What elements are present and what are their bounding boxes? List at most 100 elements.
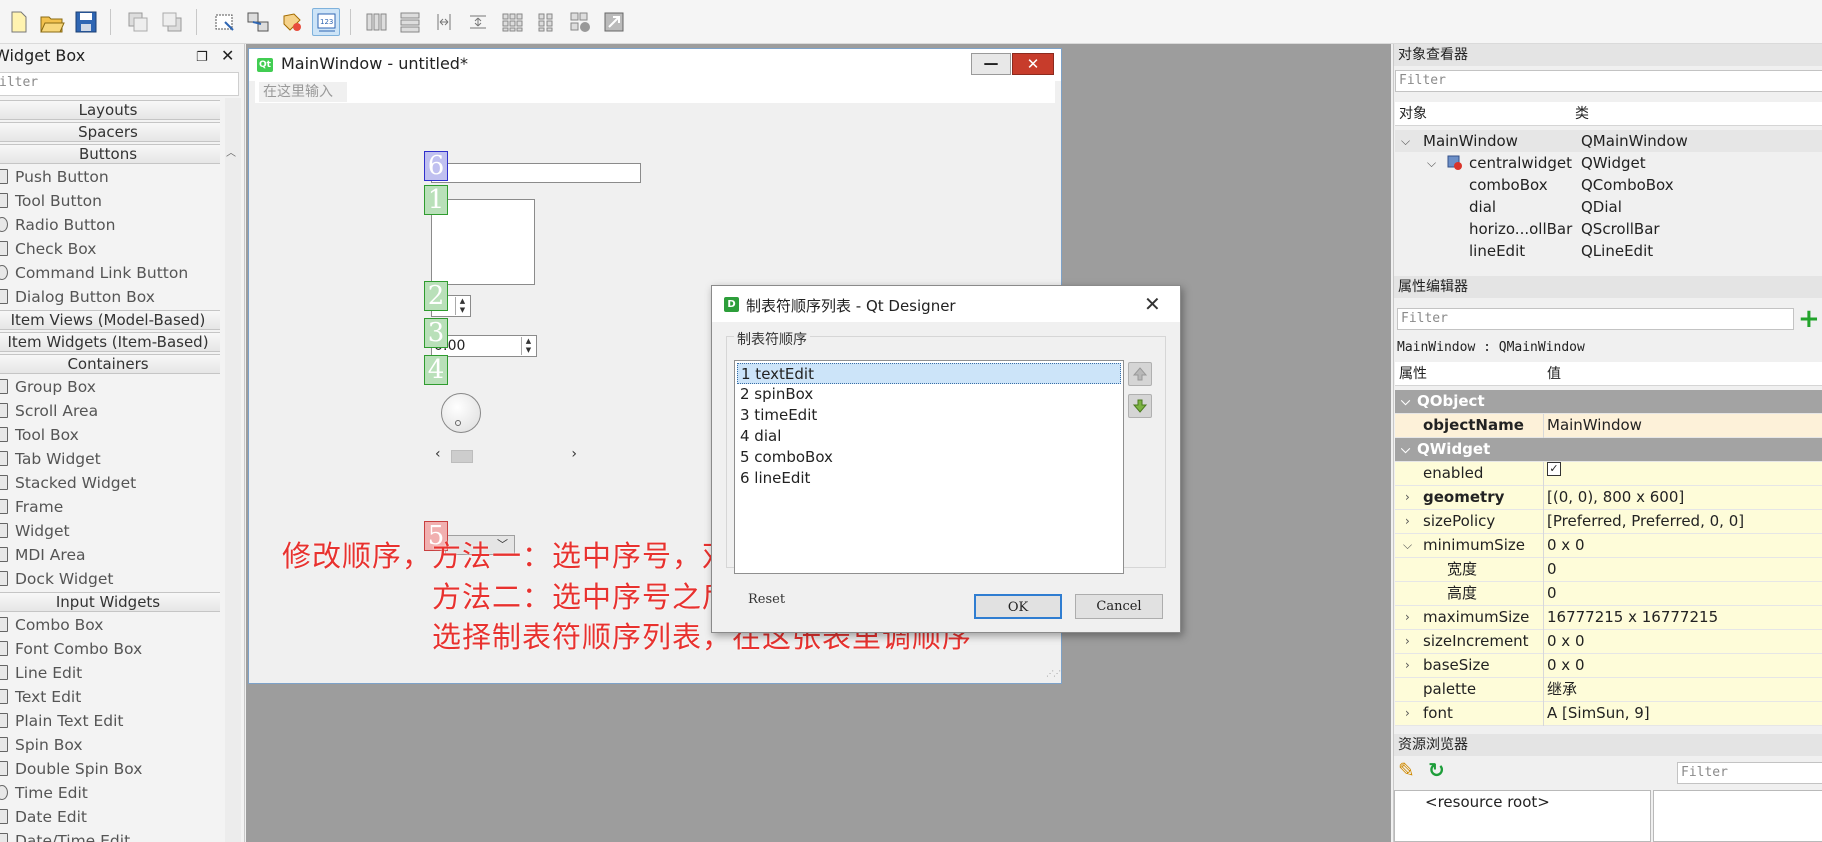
layout-form-icon[interactable] <box>532 8 560 36</box>
move-up-button[interactable] <box>1128 362 1152 386</box>
scroll-up-icon[interactable]: ︿ <box>226 144 236 159</box>
widget-font-combo-box[interactable]: Font Combo Box <box>0 637 142 661</box>
tab-order-badge-6[interactable]: 6 <box>424 151 448 181</box>
ok-button[interactable]: OK <box>974 594 1062 619</box>
new-file-icon[interactable] <box>4 8 32 36</box>
widget-line-edit[interactable]: Line Edit <box>0 661 82 685</box>
chevron-down-icon[interactable]: ⌵ <box>1427 152 1436 174</box>
widget-dialog-button-box[interactable]: Dialog Button Box <box>0 285 155 309</box>
menu-type-here[interactable]: 在这里输入 <box>259 82 347 102</box>
open-folder-icon[interactable] <box>38 8 66 36</box>
tab-order-badge-1[interactable]: 1 <box>424 185 448 215</box>
resource-root[interactable]: <resource root> <box>1425 793 1550 811</box>
tree-row[interactable]: lineEdit QLineEdit <box>1395 240 1822 262</box>
scroll-thumb[interactable] <box>451 450 473 463</box>
category-containers[interactable]: Containers <box>0 354 220 374</box>
widget-push-button[interactable]: Push Button <box>0 165 109 189</box>
category-item-widgets[interactable]: Item Widgets (Item-Based) <box>0 332 220 352</box>
layout-horizontal-icon[interactable] <box>362 8 390 36</box>
float-icon[interactable]: ❐ <box>196 46 208 70</box>
list-item[interactable]: 6 lineEdit <box>737 468 1121 489</box>
add-dynamic-property-icon[interactable]: + <box>1798 304 1820 334</box>
widget-scroll-area[interactable]: Scroll Area <box>0 399 98 423</box>
tree-row[interactable]: comboBox QComboBox <box>1395 174 1822 196</box>
widget-group-box[interactable]: Group Box <box>0 375 96 399</box>
splitter-vertical-icon[interactable] <box>464 8 492 36</box>
widget-text-edit[interactable]: Text Edit <box>0 685 81 709</box>
widget-command-link-button[interactable]: Command Link Button <box>0 261 188 285</box>
save-icon[interactable] <box>72 8 100 36</box>
splitter-horizontal-icon[interactable] <box>430 8 458 36</box>
tree-row[interactable]: ⌵ MainWindow QMainWindow <box>1395 130 1822 152</box>
widget-filter-input[interactable]: ilter <box>0 72 239 96</box>
move-down-button[interactable] <box>1128 394 1152 418</box>
list-item[interactable]: 4 dial <box>737 426 1121 447</box>
property-filter-input[interactable]: Filter <box>1397 308 1794 330</box>
widget-date-time-edit[interactable]: Date/Time Edit <box>0 829 130 842</box>
layout-grid-icon[interactable] <box>498 8 526 36</box>
prop-maximumsize[interactable]: › maximumSize 16777215 x 16777215 <box>1395 606 1822 630</box>
lower-icon[interactable] <box>158 8 186 36</box>
widget-tool-button[interactable]: Tool Button <box>0 189 102 213</box>
prop-objectname[interactable]: objectName MainWindow <box>1395 414 1822 438</box>
list-item[interactable]: 2 spinBox <box>737 384 1121 405</box>
category-input-widgets[interactable]: Input Widgets <box>0 592 220 612</box>
section-qobject[interactable]: ⌵ QObject <box>1395 390 1822 414</box>
category-spacers[interactable]: Spacers <box>0 122 220 142</box>
prop-sizepolicy[interactable]: › sizePolicy [Preferred, Preferred, 0, 0] <box>1395 510 1822 534</box>
minimize-button[interactable]: — <box>971 53 1011 75</box>
widget-widget[interactable]: Widget <box>0 519 70 543</box>
scroll-right-icon[interactable]: › <box>571 446 577 462</box>
list-item[interactable]: 3 timeEdit <box>737 405 1121 426</box>
raise-icon[interactable] <box>124 8 152 36</box>
resource-tree[interactable]: <resource root> <box>1394 790 1651 842</box>
horizontal-scrollbar-widget[interactable]: ‹ › <box>431 446 577 465</box>
widget-radio-button[interactable]: Radio Button <box>0 213 115 237</box>
widget-frame[interactable]: Frame <box>0 495 63 519</box>
tab-order-badge-2[interactable]: 2 <box>424 281 448 311</box>
close-icon[interactable]: ✕ <box>221 44 234 68</box>
tree-row[interactable]: horizo...ollBar QScrollBar <box>1395 218 1822 240</box>
widget-stacked-widget[interactable]: Stacked Widget <box>0 471 136 495</box>
layout-vertical-icon[interactable] <box>396 8 424 36</box>
prop-sizeincrement[interactable]: › sizeIncrement 0 x 0 <box>1395 630 1822 654</box>
edit-tab-order-icon[interactable]: 123 <box>312 8 340 36</box>
scroll-left-icon[interactable]: ‹ <box>435 446 441 462</box>
object-filter-input[interactable]: Filter <box>1395 70 1822 92</box>
widget-plain-text-edit[interactable]: Plain Text Edit <box>0 709 124 733</box>
close-icon[interactable]: ✕ <box>1144 292 1161 316</box>
edit-signals-icon[interactable] <box>244 8 272 36</box>
prop-geometry[interactable]: › geometry [(0, 0), 800 x 600] <box>1395 486 1822 510</box>
tree-row[interactable]: dial QDial <box>1395 196 1822 218</box>
cancel-button[interactable]: Cancel <box>1075 594 1163 619</box>
widget-dock-widget[interactable]: Dock Widget <box>0 567 113 591</box>
widget-mdi-area[interactable]: MDI Area <box>0 543 85 567</box>
section-qwidget[interactable]: ⌵ QWidget <box>1395 438 1822 462</box>
tab-order-badge-3[interactable]: 3 <box>424 318 448 348</box>
widget-spin-box[interactable]: Spin Box <box>0 733 83 757</box>
edit-buddies-icon[interactable] <box>278 8 306 36</box>
prop-enabled[interactable]: enabled ✓ <box>1395 462 1822 486</box>
widget-date-edit[interactable]: Date Edit <box>0 805 87 829</box>
resize-grip-icon[interactable]: ⋰⋰ <box>1046 669 1061 678</box>
edit-resources-icon[interactable]: ✎ <box>1398 758 1415 782</box>
widget-double-spin-box[interactable]: Double Spin Box <box>0 757 142 781</box>
reload-icon[interactable]: ↻ <box>1428 758 1445 782</box>
widget-combo-box[interactable]: Combo Box <box>0 613 103 637</box>
widget-time-edit[interactable]: Time Edit <box>0 781 88 805</box>
line-edit-widget[interactable] <box>431 163 641 183</box>
close-button[interactable]: ✕ <box>1012 53 1054 75</box>
prop-min-height[interactable]: 高度 0 <box>1395 582 1822 606</box>
chevron-down-icon[interactable]: ⌵ <box>1401 130 1410 152</box>
prop-min-width[interactable]: 宽度 0 <box>1395 558 1822 582</box>
prop-basesize[interactable]: › baseSize 0 x 0 <box>1395 654 1822 678</box>
prop-minimumsize[interactable]: ⌵ minimumSize 0 x 0 <box>1395 534 1822 558</box>
prop-palette[interactable]: palette 继承 <box>1395 678 1822 702</box>
category-buttons[interactable]: Buttons <box>0 144 220 164</box>
widget-tool-box[interactable]: Tool Box <box>0 423 79 447</box>
resource-list[interactable] <box>1653 790 1822 842</box>
reset-button[interactable]: Reset <box>748 592 785 607</box>
enabled-checkbox[interactable]: ✓ <box>1547 462 1561 476</box>
dial-widget[interactable] <box>441 393 481 433</box>
resource-filter-input[interactable]: Filter <box>1677 762 1822 784</box>
